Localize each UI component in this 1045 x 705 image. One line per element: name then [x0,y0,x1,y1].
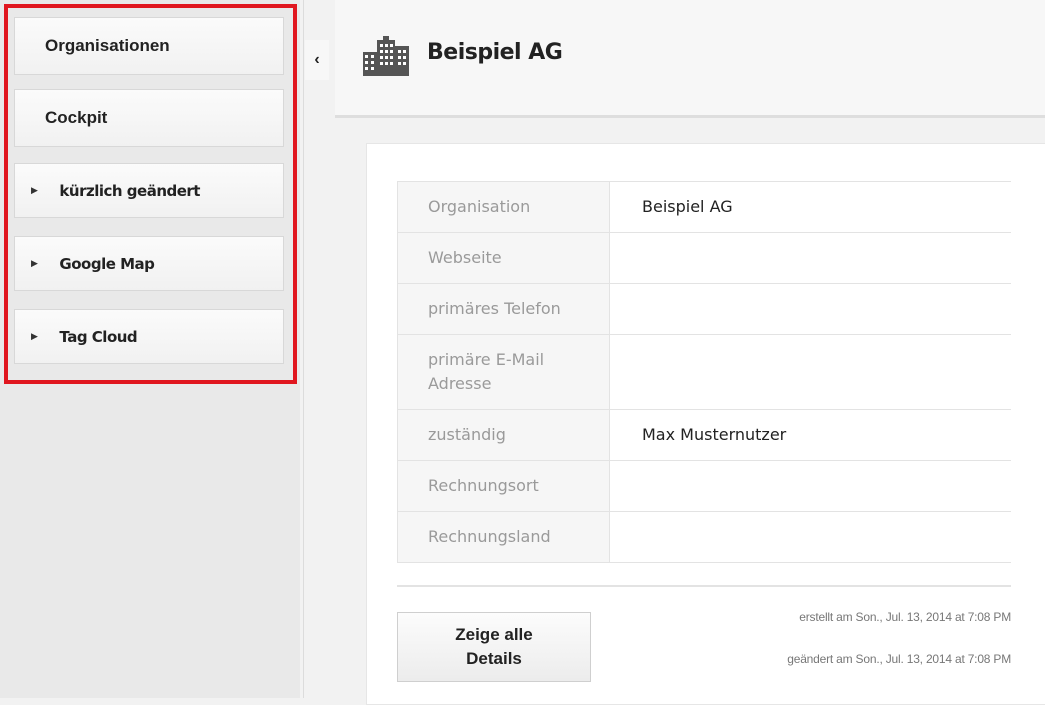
chevron-left-icon: ‹ [314,51,320,68]
show-all-details-button[interactable]: Zeige alle Details [397,612,591,682]
field-label: primäre E-Mail Adresse [397,334,610,410]
page-title: Beispiel AG [427,40,563,65]
field-value [609,232,1011,284]
table-row: Webseite [397,232,1011,284]
field-value [609,511,1011,563]
modified-timestamp: geändert am Son., Jul. 13, 2014 at 7:08 … [787,652,1011,666]
field-label: Webseite [397,232,610,284]
divider [397,585,1011,587]
field-label: zuständig [397,409,610,461]
table-row: primäre E-Mail Adresse [397,334,1011,410]
sidebar-item-label: kürzlich geändert [59,181,200,200]
table-row: primäres Telefon [397,283,1011,335]
sidebar-item-organisationen[interactable]: Organisationen [14,17,284,75]
sidebar-item-label: Cockpit [45,108,108,127]
page-header: Beispiel AG [335,0,1045,118]
details-card: Organisation Beispiel AG Webseite primär… [366,143,1045,705]
field-value [609,334,1011,410]
sidebar-item-kuerzlich-geaendert[interactable]: ▶ kürzlich geändert [14,163,284,218]
table-row: zuständig Max Musternutzer [397,409,1011,461]
sidebar-item-cockpit[interactable]: Cockpit [14,89,284,147]
expand-triangle-icon: ▶ [31,331,38,342]
sidebar-item-label: Tag Cloud [59,327,138,346]
sidebar-collapse-button[interactable]: ‹ [305,40,329,80]
expand-triangle-icon: ▶ [31,185,38,196]
field-label: Rechnungsland [397,511,610,563]
field-value: Beispiel AG [609,181,1011,233]
expand-triangle-icon: ▶ [31,258,38,269]
field-value [609,460,1011,512]
sidebar: Organisationen Cockpit ▶ kürzlich geände… [0,0,300,698]
table-row: Rechnungsland [397,511,1011,563]
sidebar-item-google-map[interactable]: ▶ Google Map [14,236,284,291]
table-row: Rechnungsort [397,460,1011,512]
field-label: Organisation [397,181,610,233]
sidebar-item-tag-cloud[interactable]: ▶ Tag Cloud [14,309,284,364]
field-label: primäres Telefon [397,283,610,335]
sidebar-item-label: Google Map [59,254,155,273]
field-value: Max Musternutzer [609,409,1011,461]
building-icon [363,36,409,76]
field-value [609,283,1011,335]
button-label: Zeige alle Details [455,625,533,668]
sidebar-item-label: Organisationen [45,36,170,55]
created-timestamp: erstellt am Son., Jul. 13, 2014 at 7:08 … [799,610,1011,624]
table-row: Organisation Beispiel AG [397,181,1011,233]
field-label: Rechnungsort [397,460,610,512]
details-table: Organisation Beispiel AG Webseite primär… [397,181,1011,563]
divider [303,0,304,698]
